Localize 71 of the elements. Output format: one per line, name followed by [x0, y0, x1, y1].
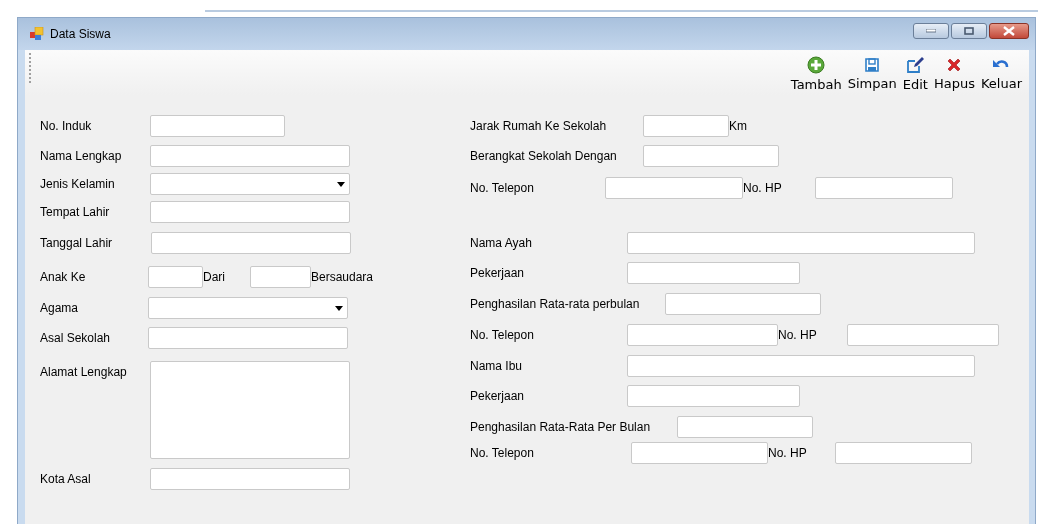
field-label: Jenis Kelamin [40, 177, 115, 191]
dropdown[interactable] [148, 297, 348, 319]
field-label: Nama Ayah [470, 236, 532, 250]
input-field[interactable] [815, 177, 953, 199]
field-label: Kota Asal [40, 472, 91, 486]
field-label: Km [729, 119, 747, 133]
field-label: Alamat Lengkap [40, 365, 127, 379]
close-icon [1003, 26, 1015, 36]
input-field[interactable] [643, 145, 779, 167]
input-field[interactable] [627, 385, 800, 407]
field-label: Dari [203, 270, 225, 284]
field-label: Jarak Rumah Ke Sekolah [470, 119, 607, 133]
input-field[interactable] [150, 145, 350, 167]
field-label: Berangkat Sekolah Dengan [470, 149, 617, 163]
dropdown[interactable] [150, 173, 350, 195]
close-button[interactable] [989, 23, 1029, 39]
input-field[interactable] [150, 468, 350, 490]
toolbar-button[interactable]: Edit [899, 53, 931, 94]
input-field[interactable] [605, 177, 743, 199]
toolbar-button[interactable]: Keluar [977, 54, 1025, 93]
field-label: Tanggal Lahir [40, 236, 113, 250]
save-icon [864, 56, 881, 73]
field-label: No. HP [768, 446, 807, 460]
field-label: Nama Lengkap [40, 149, 122, 163]
field-label: Pekerjaan [470, 266, 525, 280]
input-field[interactable] [148, 266, 203, 288]
field-label: Pekerjaan [470, 389, 525, 403]
input-field[interactable] [250, 266, 311, 288]
field-label: Asal Sekolah [40, 331, 111, 345]
field-label: Tempat Lahir [40, 205, 110, 219]
field-label: No. Telepon [470, 181, 534, 195]
app-icon [30, 27, 44, 41]
field-label: Penghasilan Rata-Rata Per Bulan [470, 420, 651, 434]
input-field[interactable] [627, 232, 975, 254]
minimize-icon [926, 29, 936, 33]
field-label: Nama Ibu [470, 359, 523, 373]
field-label: Bersaudara [311, 270, 374, 284]
field-label: No. HP [743, 181, 782, 195]
edit-icon [906, 55, 925, 74]
delete-icon [946, 56, 963, 73]
field-label: Agama [40, 301, 79, 315]
field-label: Anak Ke [40, 270, 86, 284]
input-field[interactable] [148, 327, 348, 349]
input-field[interactable] [151, 232, 351, 254]
field-label: No. Telepon [470, 446, 534, 460]
input-field[interactable] [150, 115, 285, 137]
input-field[interactable] [847, 324, 999, 346]
field-label: No. HP [778, 328, 817, 342]
caret-icon [337, 181, 345, 187]
maximize-button[interactable] [951, 23, 987, 39]
minimize-button[interactable] [913, 23, 949, 39]
plus-icon [807, 55, 826, 74]
input-field[interactable] [627, 262, 800, 284]
toolbar-button[interactable]: Simpan [844, 54, 900, 93]
caret-icon [335, 305, 343, 311]
input-field[interactable] [677, 416, 813, 438]
window-title: Data Siswa [50, 27, 112, 41]
input-field[interactable] [835, 442, 972, 464]
text-area[interactable] [150, 361, 350, 459]
input-field[interactable] [643, 115, 729, 137]
input-field[interactable] [627, 355, 975, 377]
input-field[interactable] [631, 442, 768, 464]
input-field[interactable] [627, 324, 778, 346]
toolbar-button[interactable]: Tambah [787, 53, 845, 94]
input-field[interactable] [665, 293, 821, 315]
field-label: No. Induk [40, 119, 92, 133]
field-label: No. Telepon [470, 328, 534, 342]
input-field[interactable] [150, 201, 350, 223]
toolbar-button[interactable]: Hapus [930, 54, 978, 93]
field-label: Penghasilan Rata-rata perbulan [470, 297, 640, 311]
maximize-icon [964, 27, 974, 35]
